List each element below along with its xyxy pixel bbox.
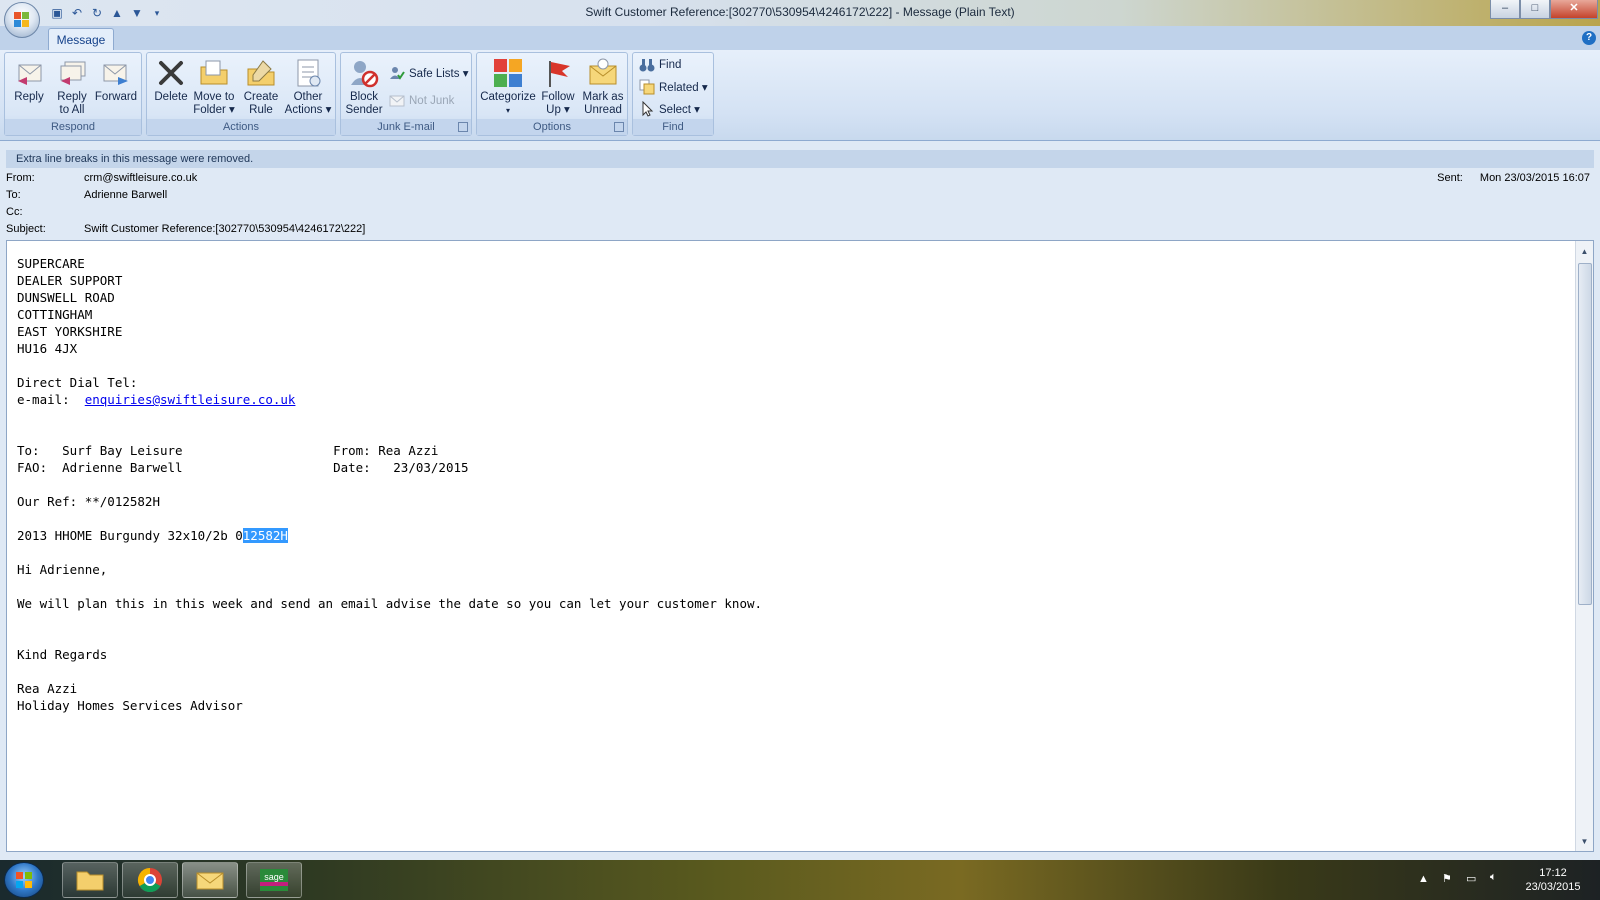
ribbon: Reply Reply to All Forward Respond Delet… [0,50,1600,141]
minimize-button[interactable]: – [1490,0,1520,19]
cursor-arrow-icon [639,100,655,117]
junk-dialog-launcher-icon[interactable] [458,122,468,132]
tab-message[interactable]: Message [48,28,114,50]
taskbar-chrome[interactable] [122,862,178,898]
svg-text:sage: sage [264,872,284,882]
office-button[interactable] [4,2,40,38]
delete-icon [155,57,187,89]
not-junk-icon [389,93,405,109]
info-bar[interactable]: Extra line breaks in this message were r… [6,150,1594,168]
clock[interactable]: 17:12 23/03/2015 [1518,866,1588,894]
sage-icon: sage [260,869,288,891]
help-icon[interactable]: ? [1582,31,1596,45]
reply-button[interactable]: Reply [9,55,49,119]
safe-lists-icon [389,65,405,81]
to-label: To: [6,189,21,201]
move-to-folder-button[interactable]: Move to Folder ▾ [191,55,237,119]
scrollbar-thumb[interactable] [1578,263,1592,605]
reply-all-icon [56,57,88,89]
scroll-up-icon[interactable]: ▲ [1576,245,1593,259]
close-button[interactable]: ✕ [1550,0,1598,19]
subject-label: Subject: [6,223,46,235]
window-title: Swift Customer Reference:[302770\530954\… [585,5,1015,19]
ribbon-tab-row: Message ? [0,26,1600,50]
maximize-button[interactable]: □ [1520,0,1550,19]
body-text-top: SUPERCARE DEALER SUPPORT DUNSWELL ROAD C… [17,256,138,407]
sent-label: Sent: [1437,172,1463,184]
message-body-text[interactable]: SUPERCARE DEALER SUPPORT DUNSWELL ROAD C… [17,255,762,714]
from-value[interactable]: crm@swiftleisure.co.uk [84,172,197,184]
block-sender-button[interactable]: Block Sender [343,55,385,119]
network-icon[interactable]: ▭ [1466,872,1476,885]
binoculars-icon [639,57,655,73]
group-respond: Reply Reply to All Forward Respond [4,52,142,136]
header-sent: Sent: Mon 23/03/2015 16:07 [1437,172,1590,184]
windows-logo-icon [16,872,32,888]
start-button[interactable] [4,862,44,898]
system-tray: ▲ ⚑ ▭ 🔈︎ 17:12 23/03/2015 [1380,860,1600,900]
outlook-icon [196,872,224,890]
volume-icon[interactable]: 🔈︎ [1490,871,1497,884]
mark-as-unread-button[interactable]: Mark as Unread [579,55,627,119]
forward-button[interactable]: Forward [93,55,139,119]
related-button[interactable]: Related ▾ [639,77,708,97]
folder-icon [76,871,104,891]
from-label: From: [6,172,35,184]
block-sender-icon [348,57,380,89]
action-center-flag-icon[interactable]: ⚑ [1442,872,1452,885]
office-logo-icon [14,12,30,28]
categorize-icon [492,57,524,89]
flag-icon [542,57,574,89]
vertical-scrollbar[interactable]: ▲ ▼ [1575,241,1593,851]
chrome-icon [137,868,162,893]
title-bar: ▣ ↶ ↻ ▲ ▼ ▾ Swift Customer Reference:[30… [0,0,1600,26]
forward-icon [100,57,132,89]
group-label-find: Find [633,119,713,135]
group-label-junk: Junk E-mail [341,119,471,135]
clock-date: 23/03/2015 [1525,881,1581,893]
related-icon [639,79,655,95]
reply-icon [13,57,45,89]
subject-value: Swift Customer Reference:[302770\530954\… [84,223,366,235]
safe-lists-button[interactable]: Safe Lists ▾ [389,63,468,83]
window-controls: – □ ✕ [1490,0,1598,19]
body-text-bottom: Hi Adrienne, We will plan this in this w… [17,562,763,713]
taskbar: sage ▲ ⚑ ▭ 🔈︎ 17:12 23/03/2015 [0,860,1600,900]
email-link[interactable]: enquiries@swiftleisure.co.uk [85,392,296,407]
clock-time: 17:12 [1539,867,1567,879]
taskbar-explorer[interactable] [62,862,118,898]
message-body[interactable]: SUPERCARE DEALER SUPPORT DUNSWELL ROAD C… [6,240,1594,852]
scroll-down-icon[interactable]: ▼ [1576,835,1593,849]
taskbar-outlook[interactable] [182,862,238,898]
other-actions-button[interactable]: Other Actions ▾ [283,55,333,119]
show-hidden-icons-icon[interactable]: ▲ [1418,873,1429,885]
follow-up-button[interactable]: Follow Up ▾ [537,55,579,119]
select-button[interactable]: Select ▾ [639,99,700,119]
categorize-button[interactable]: Categorize ▾ [479,55,537,119]
group-junk-email: Block Sender Safe Lists ▾ Not Junk Junk … [340,52,472,136]
not-junk-button[interactable]: Not Junk [389,91,454,111]
create-rule-icon [245,57,277,89]
group-options: Categorize ▾ Follow Up ▾ Mark as Unread … [476,52,628,136]
to-value[interactable]: Adrienne Barwell [84,189,167,201]
sent-value: Mon 23/03/2015 16:07 [1479,172,1590,184]
delete-button[interactable]: Delete [151,55,191,119]
group-actions: Delete Move to Folder ▾ Create Rule Othe… [146,52,336,136]
group-label-options: Options [477,119,627,135]
create-rule-button[interactable]: Create Rule [239,55,283,119]
find-button[interactable]: Find [639,55,681,75]
group-label-actions: Actions [147,119,335,135]
reply-all-button[interactable]: Reply to All [51,55,93,119]
selected-text[interactable]: 12582H [242,528,288,543]
taskbar-sage[interactable]: sage [246,862,302,898]
other-actions-icon [292,57,324,89]
mark-unread-icon [587,57,619,89]
group-label-respond: Respond [5,119,141,135]
cc-label: Cc: [6,206,23,218]
folder-icon [198,57,230,89]
options-dialog-launcher-icon[interactable] [614,122,624,132]
group-find: Find Related ▾ Select ▾ Find [632,52,714,136]
